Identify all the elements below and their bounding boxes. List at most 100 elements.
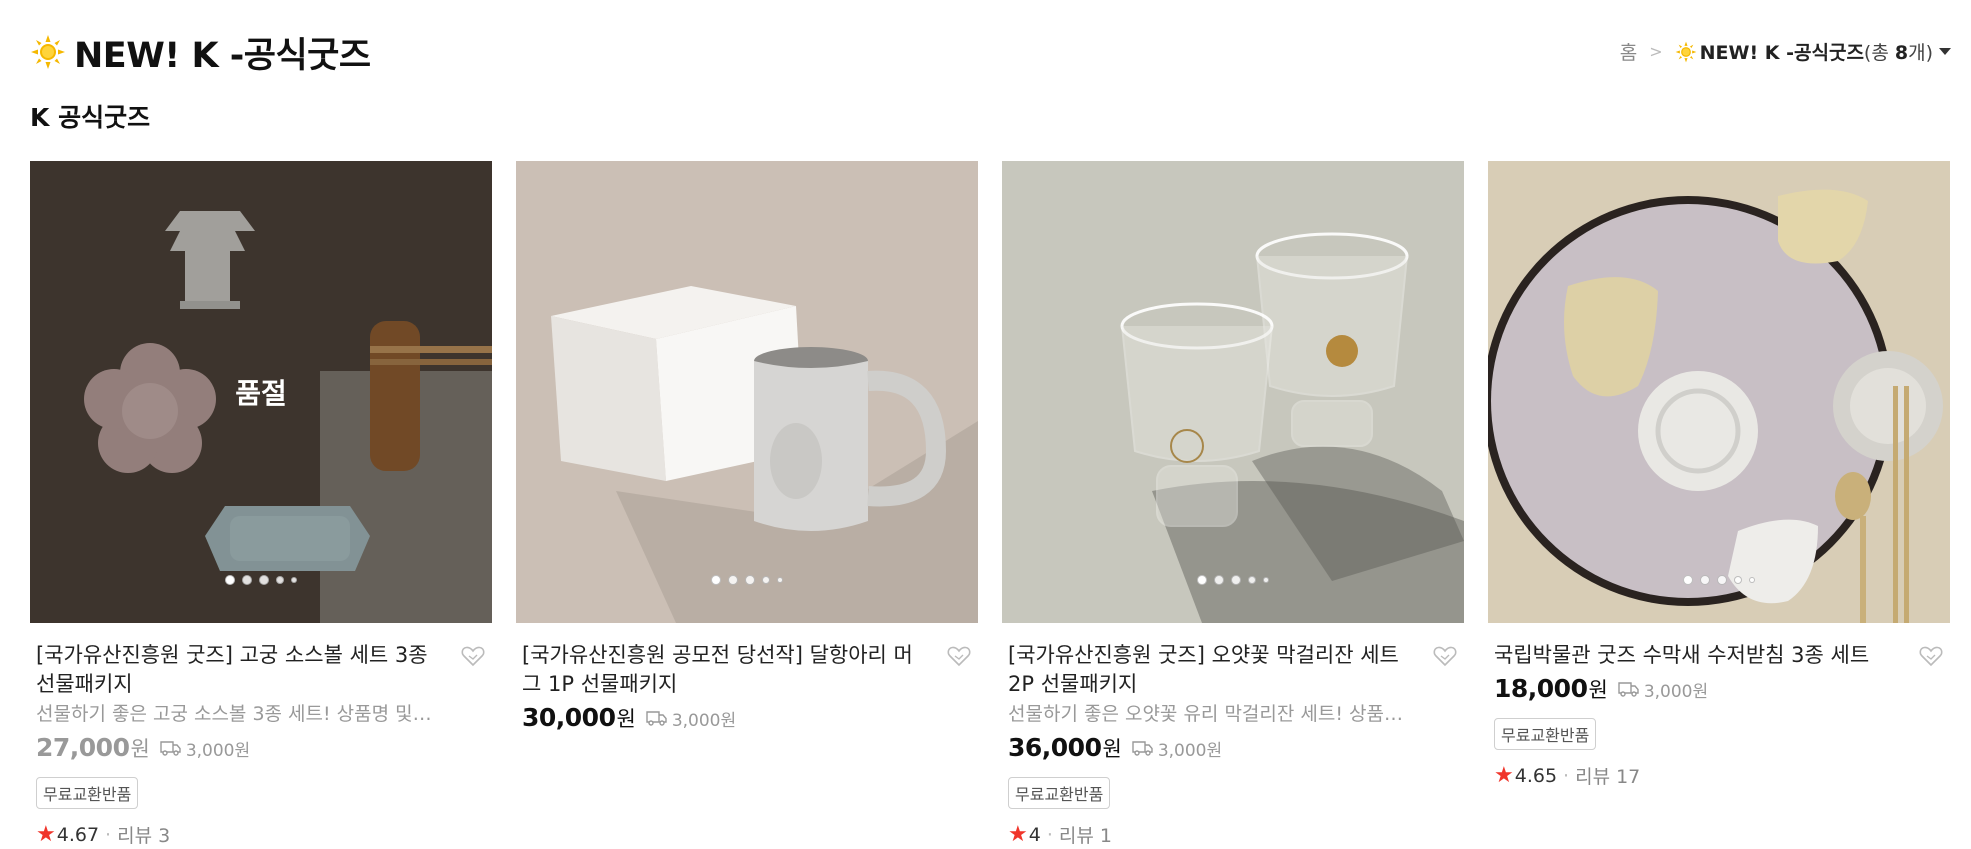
star-icon: ★ — [1494, 763, 1514, 788]
product-card[interactable]: 국립박물관 굿즈 수막새 수저받침 3종 세트 18,000 원 3,000원 … — [1488, 161, 1950, 848]
price-unit: 원 — [130, 737, 150, 761]
moon-jar-mug-photo — [516, 161, 978, 623]
product-name[interactable]: [국가유산진흥원 굿즈] 고궁 소스볼 세트 3종 선물패키지 — [36, 641, 486, 699]
price-unit: 원 — [1102, 737, 1122, 761]
product-image[interactable] — [516, 161, 978, 623]
heart-icon[interactable] — [1432, 643, 1458, 669]
shipping-fee: 3,000원 — [646, 706, 736, 731]
carousel-dot[interactable] — [276, 576, 284, 584]
page-header: NEW! K -공식굿즈 — [30, 28, 371, 76]
free-return-badge: 무료교환반품 — [1494, 718, 1597, 750]
carousel-dot[interactable] — [1700, 575, 1710, 585]
shipping-fee: 3,000원 — [1132, 736, 1222, 761]
rating-separator: · — [1046, 823, 1053, 846]
carousel-dot[interactable] — [1683, 575, 1693, 585]
sun-icon — [1675, 41, 1697, 62]
price-row: 18,000 원 3,000원 — [1494, 674, 1944, 704]
carousel-dot[interactable] — [1734, 576, 1742, 584]
shipping-fee-text: 3,000원 — [1157, 740, 1223, 761]
carousel-dots — [1197, 575, 1269, 585]
rating-row: ★ 4.65 · 리뷰 17 — [1494, 762, 1944, 789]
rating-separator: · — [1563, 764, 1570, 787]
carousel-dot[interactable] — [777, 577, 783, 583]
product-price: 36,000 — [1008, 733, 1102, 762]
free-return-badge: 무료교환반품 — [36, 777, 139, 809]
carousel-dot[interactable] — [242, 575, 252, 585]
review-count[interactable]: 리뷰 17 — [1575, 762, 1640, 789]
product-card[interactable]: [국가유산진흥원 굿즈] 오얏꽃 막걸리잔 세트 2P 선물패키지 선물하기 좋… — [1002, 161, 1464, 848]
star-icon: ★ — [36, 822, 56, 847]
carousel-dot[interactable] — [728, 575, 738, 585]
rating-value: 4.65 — [1514, 764, 1558, 787]
shipping-fee-text: 3,000원 — [185, 740, 251, 761]
product-grid: 품절 [국가유산진흥원 굿즈] 고궁 소스볼 세트 3종 선물패키지 선물하기 … — [30, 161, 1950, 848]
carousel-dot[interactable] — [225, 575, 235, 585]
product-info: 국립박물관 굿즈 수막새 수저받침 3종 세트 18,000 원 3,000원 … — [1488, 623, 1950, 789]
heart-icon[interactable] — [460, 643, 486, 669]
sumaksae-spoon-rest-photo — [1488, 161, 1950, 623]
heart-icon[interactable] — [1918, 643, 1944, 669]
product-info: [국가유산진흥원 공모전 당선작] 달항아리 머그 1P 선물패키지 30,00… — [516, 623, 978, 733]
soldout-label: 품절 — [235, 377, 287, 410]
free-return-badge: 무료교환반품 — [1008, 777, 1111, 809]
product-name[interactable]: [국가유산진흥원 굿즈] 오얏꽃 막걸리잔 세트 2P 선물패키지 — [1008, 641, 1458, 699]
product-desc: 선물하기 좋은 고궁 소스볼 3종 세트! 상품명 및 ... — [36, 703, 436, 725]
review-count[interactable]: 리뷰 3 — [117, 821, 170, 848]
carousel-dot[interactable] — [259, 575, 269, 585]
carousel-dot[interactable] — [1248, 576, 1256, 584]
carousel-dot[interactable] — [1263, 577, 1269, 583]
breadcrumb-current-dropdown[interactable]: NEW! K -공식굿즈 (총 8개) — [1675, 38, 1951, 65]
carousel-dot[interactable] — [1197, 575, 1207, 585]
product-info: [국가유산진흥원 굿즈] 오얏꽃 막걸리잔 세트 2P 선물패키지 선물하기 좋… — [1002, 623, 1464, 848]
breadcrumb-home-link[interactable]: 홈 — [1620, 38, 1637, 65]
soldout-overlay: 품절 — [30, 161, 492, 623]
product-image[interactable] — [1002, 161, 1464, 623]
star-icon: ★ — [1008, 822, 1028, 847]
carousel-dot[interactable] — [1717, 575, 1727, 585]
truck-icon — [646, 711, 667, 726]
shipping-fee: 3,000원 — [1618, 677, 1708, 702]
rating-value: 4 — [1028, 823, 1041, 846]
price-unit: 원 — [616, 707, 636, 731]
carousel-dot[interactable] — [291, 577, 297, 583]
review-count[interactable]: 리뷰 1 — [1059, 821, 1112, 848]
section-title: K 공식굿즈 — [30, 103, 151, 132]
rating-value: 4.67 — [56, 823, 100, 846]
carousel-dot[interactable] — [1749, 577, 1755, 583]
product-info: [국가유산진흥원 굿즈] 고궁 소스볼 세트 3종 선물패키지 선물하기 좋은 … — [30, 623, 492, 848]
product-price: 27,000 — [36, 733, 130, 762]
heart-icon[interactable] — [946, 643, 972, 669]
carousel-dot[interactable] — [762, 576, 770, 584]
carousel-dot[interactable] — [745, 575, 755, 585]
product-card[interactable]: 품절 [국가유산진흥원 굿즈] 고궁 소스볼 세트 3종 선물패키지 선물하기 … — [30, 161, 492, 848]
rating-row: ★ 4 · 리뷰 1 — [1008, 821, 1458, 848]
product-image[interactable]: 품절 — [30, 161, 492, 623]
rating-separator: · — [105, 823, 112, 846]
product-name[interactable]: 국립박물관 굿즈 수막새 수저받침 3종 세트 — [1494, 641, 1944, 670]
product-desc: 선물하기 좋은 오얏꽃 유리 막걸리잔 세트! 상품명... — [1008, 703, 1408, 725]
carousel-dots — [711, 575, 783, 585]
price-row: 36,000 원 3,000원 — [1008, 733, 1458, 763]
makgeolli-glass-photo — [1002, 161, 1464, 623]
shipping-fee: 3,000원 — [160, 736, 250, 761]
carousel-dot[interactable] — [1231, 575, 1241, 585]
breadcrumb-separator: > — [1649, 42, 1663, 61]
carousel-dot[interactable] — [1214, 575, 1224, 585]
rating-row: ★ 4.67 · 리뷰 3 — [36, 821, 486, 848]
price-row: 30,000 원 3,000원 — [522, 703, 972, 733]
carousel-dots — [1683, 575, 1755, 585]
truck-icon — [1618, 682, 1639, 697]
carousel-dot[interactable] — [711, 575, 721, 585]
shipping-fee-text: 3,000원 — [1643, 681, 1709, 702]
shipping-fee-text: 3,000원 — [671, 710, 737, 731]
product-card[interactable]: [국가유산진흥원 공모전 당선작] 달항아리 머그 1P 선물패키지 30,00… — [516, 161, 978, 848]
breadcrumb-count: (총 8개) — [1863, 42, 1933, 64]
product-image[interactable] — [1488, 161, 1950, 623]
caret-down-icon — [1939, 48, 1951, 55]
price-unit: 원 — [1588, 678, 1608, 702]
product-price: 18,000 — [1494, 674, 1588, 703]
page-title: NEW! K -공식굿즈 — [74, 35, 371, 76]
product-name[interactable]: [국가유산진흥원 공모전 당선작] 달항아리 머그 1P 선물패키지 — [522, 641, 972, 699]
truck-icon — [160, 741, 181, 756]
breadcrumb-current: NEW! K -공식굿즈 — [1699, 42, 1864, 64]
